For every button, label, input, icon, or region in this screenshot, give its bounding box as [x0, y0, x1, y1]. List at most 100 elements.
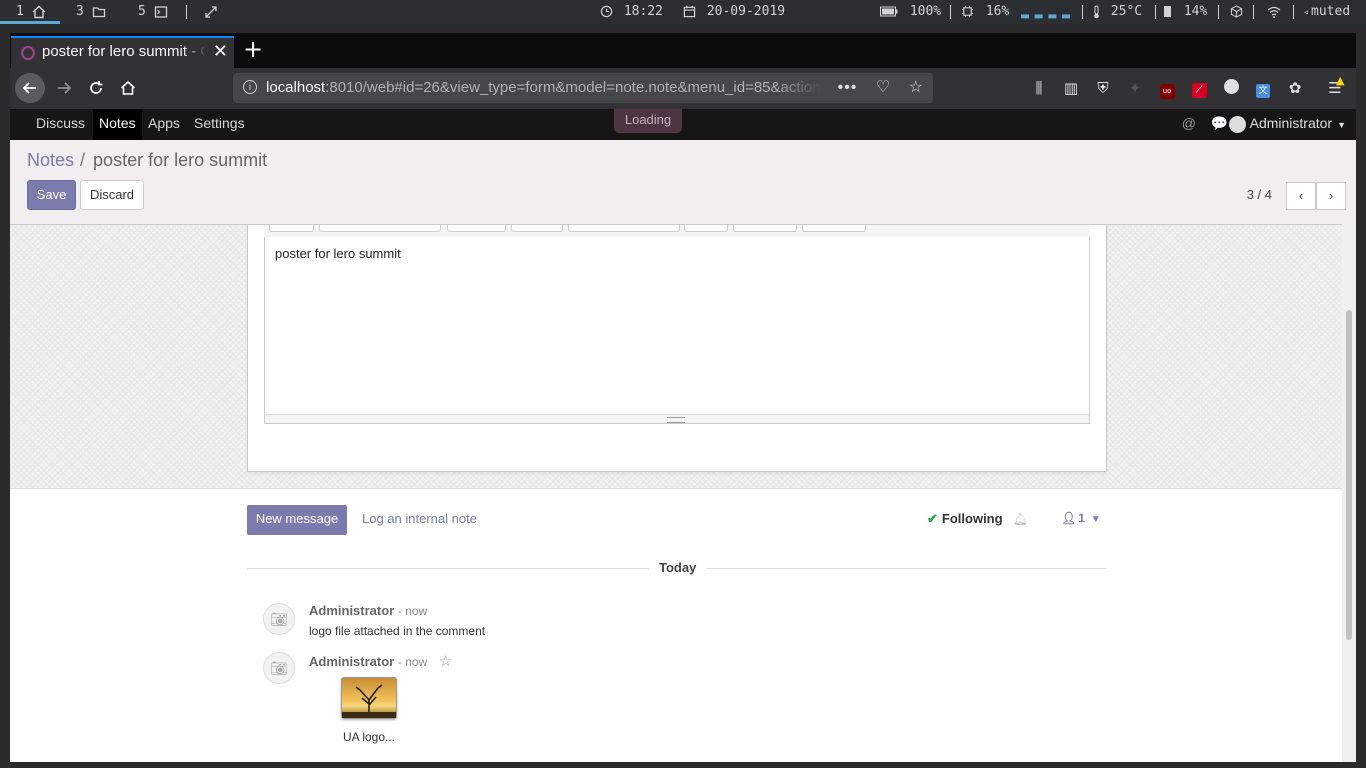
bell-icon[interactable]: 🔔︎: [1013, 512, 1028, 526]
workspace-number: 5: [138, 4, 146, 19]
attachment-name[interactable]: UA logo...: [339, 730, 399, 744]
sidebar-icon[interactable]: ▥: [1062, 79, 1080, 97]
bookmark-star-icon[interactable]: ☆: [909, 79, 923, 96]
toolbar-button-group[interactable]: [733, 225, 797, 232]
package-indicator: [1230, 0, 1243, 24]
speaker-icon: ◃: [1303, 7, 1310, 18]
avatar[interactable]: 📷︎: [263, 652, 295, 684]
url-host: localhost: [266, 79, 326, 96]
home-button[interactable]: [113, 73, 143, 103]
toolbar-button[interactable]: [269, 225, 314, 232]
browser-tab[interactable]: poster for lero summit - Odoo ✕: [11, 36, 234, 68]
discard-button[interactable]: Discard: [80, 180, 144, 210]
message-body: logo file attached in the comment: [309, 624, 486, 638]
star-icon[interactable]: ☆: [439, 653, 452, 670]
new-tab-button[interactable]: +: [243, 35, 263, 63]
pager-previous-button[interactable]: ‹: [1286, 182, 1316, 210]
folder-icon: [92, 6, 105, 17]
ublock-origin-icon[interactable]: uo: [1158, 79, 1176, 99]
thermometer-icon: [1094, 5, 1099, 18]
message-author[interactable]: Administrator: [309, 654, 394, 669]
message-header: Administrator - now: [309, 603, 427, 618]
editor-resize-handle[interactable]: [265, 414, 1089, 423]
close-tab-icon[interactable]: ✕: [213, 41, 228, 62]
user-menu[interactable]: Administrator ▼: [1228, 109, 1346, 140]
library-icon[interactable]: ⫼: [1030, 79, 1048, 97]
followers-dropdown[interactable]: 👤︎ 1 ▼: [1061, 511, 1101, 525]
fullscreen-toggle[interactable]: [204, 0, 218, 24]
mentions-icon[interactable]: @: [1182, 109, 1196, 138]
workspace-5[interactable]: 5: [138, 0, 168, 24]
separator: [1293, 5, 1294, 19]
menu-notes[interactable]: Notes: [93, 109, 142, 140]
page-scrollbar[interactable]: [1342, 224, 1356, 762]
pager-next-button[interactable]: ›: [1316, 182, 1346, 210]
temperature-text: 25°C: [1110, 4, 1143, 19]
cpu-text: 16%: [985, 4, 1010, 19]
day-label: Today: [659, 560, 697, 575]
control-panel: Notes / poster for lero summit Save Discar…: [10, 140, 1356, 225]
scrollbar-thumb[interactable]: [1346, 310, 1352, 640]
cookie-extension-icon[interactable]: ✿: [1286, 79, 1304, 97]
site-info-icon[interactable]: i: [243, 80, 257, 94]
chat-bubbles-icon[interactable]: 💬: [1211, 109, 1228, 138]
avatar[interactable]: 📷︎: [263, 603, 295, 635]
note-body-text[interactable]: poster for lero summit: [275, 246, 401, 261]
user-icon: 👤︎: [1061, 511, 1077, 525]
odoo-favicon-icon: [21, 46, 35, 60]
menu-discuss[interactable]: Discuss: [30, 109, 91, 140]
follow-button[interactable]: ✔ Following 🔔︎: [927, 511, 1028, 527]
note-editor[interactable]: poster for lero summit: [264, 237, 1090, 424]
forward-button[interactable]: [49, 73, 79, 103]
log-note-button[interactable]: Log an internal note: [362, 511, 477, 526]
message-author[interactable]: Administrator: [309, 603, 394, 618]
url-text[interactable]: localhost:8010/web#id=26&view_type=form&…: [266, 79, 821, 96]
arrow-right-icon: [58, 82, 72, 94]
home-icon: [32, 5, 46, 18]
separator: [1253, 5, 1254, 19]
form-sheet: poster for lero summit: [247, 225, 1107, 472]
date-text: 20-09-2019: [706, 4, 786, 19]
menu-hamburger-icon[interactable]: ☰ ▲: [1326, 74, 1344, 97]
menu-apps[interactable]: Apps: [142, 109, 186, 140]
toolbar-button[interactable]: [684, 225, 728, 232]
toolbar-button-group[interactable]: [568, 225, 680, 232]
separator: [186, 5, 187, 19]
reload-button[interactable]: [81, 73, 111, 103]
avatar: [1228, 115, 1246, 133]
volume[interactable]: ◃ muted: [1303, 0, 1350, 24]
pen-extension-icon[interactable]: ⟋: [1190, 79, 1208, 98]
new-message-button[interactable]: New message: [247, 505, 347, 535]
message-date: - now: [397, 655, 428, 669]
cpu-icon: [961, 5, 974, 18]
message-header: Administrator - now ☆: [309, 652, 452, 670]
pager-value[interactable]: 3 / 4: [1247, 187, 1272, 202]
toolbar-button-group[interactable]: [511, 225, 563, 232]
workspace-3[interactable]: 3: [76, 0, 106, 24]
toolbar-button[interactable]: [447, 225, 506, 232]
package-icon: [1230, 5, 1243, 18]
breadcrumb: Notes / poster for lero summit: [27, 150, 267, 171]
odoo-main-navbar: Discuss Notes Apps Settings Loading @ 💬 …: [10, 109, 1356, 140]
shield-extension-icon[interactable]: ⛨: [1094, 79, 1112, 97]
breadcrumb-notes-link[interactable]: Notes: [27, 150, 74, 170]
calendar-icon: [683, 5, 696, 18]
pocket-icon[interactable]: ♡: [876, 79, 890, 96]
form-sheet-background: poster for lero summit: [10, 225, 1356, 489]
page-actions-icon[interactable]: •••: [838, 79, 858, 96]
menu-settings[interactable]: Settings: [188, 109, 251, 140]
chatter: New message Log an internal note ✔ Follow…: [247, 489, 1107, 762]
translate-extension-icon[interactable]: 文: [1254, 79, 1272, 98]
toolbar-button-group[interactable]: [802, 225, 866, 232]
battery: 100%: [880, 0, 941, 24]
address-bar[interactable]: i localhost:8010/web#id=26&view_type=for…: [233, 73, 933, 103]
back-button[interactable]: [15, 73, 45, 103]
workspace-number: 1: [16, 4, 24, 19]
save-button[interactable]: Save: [27, 180, 76, 210]
user-agent-extension-icon[interactable]: [1222, 79, 1240, 97]
attachment-thumbnail[interactable]: [341, 677, 397, 719]
toolbar-button-group[interactable]: [319, 225, 441, 232]
extension-icon[interactable]: ✦: [1126, 79, 1144, 97]
date: 20-09-2019: [683, 0, 785, 24]
check-icon: ✔: [927, 511, 938, 526]
